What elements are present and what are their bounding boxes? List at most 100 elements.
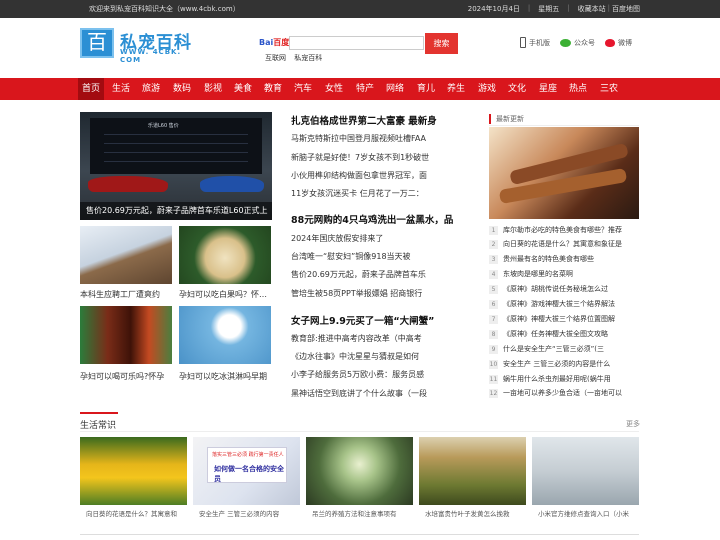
blue-car: [200, 176, 264, 192]
latest-item-text: 《原神》神樱大祓三个结界位置图解: [503, 315, 615, 323]
nav-item-home[interactable]: 首页: [78, 78, 105, 100]
card-caption[interactable]: 向日葵的花语是什么？其寓意和: [86, 508, 193, 518]
news-item[interactable]: 管培生被58页PPT举报嫖娼 招商银行: [291, 288, 439, 299]
nav-item-games[interactable]: 游戏: [478, 78, 496, 100]
banner-big-text: 如何做一名合格的安全员: [214, 465, 284, 483]
card-caption[interactable]: 水培富贵竹叶子发黄怎么挽救: [425, 508, 532, 518]
rank-number: 12: [489, 388, 498, 398]
news-item[interactable]: 2024年国庆放假安排来了: [291, 233, 439, 244]
thumb-ginkgo[interactable]: [179, 226, 271, 284]
latest-item[interactable]: 6 《原神》游戏神樱大祓三个结界解法: [489, 298, 639, 310]
nav-item-film[interactable]: 影视: [204, 78, 222, 100]
scope-site[interactable]: 私宠百科: [294, 54, 322, 62]
search-input[interactable]: [289, 36, 424, 50]
nav-item-health[interactable]: 养生: [447, 78, 465, 100]
thumb-caption[interactable]: 孕妇可以吃白果吗？怀孕能: [179, 289, 273, 300]
latest-title: 最新更新: [489, 114, 524, 124]
latest-item[interactable]: 11 蜗牛用什么杀虫剂最好用呢(蜗牛用: [489, 373, 639, 385]
rank-number: 4: [489, 269, 498, 279]
news-item[interactable]: 马斯克特斯拉中国登月服视频吐槽FAA: [291, 133, 439, 144]
card-caption[interactable]: 小米官方维修点查询入口（小米: [538, 508, 645, 518]
news-item[interactable]: 小伙用榫卯结构做面包拿世界冠军，面: [291, 170, 439, 181]
rank-number: 2: [489, 239, 498, 249]
search-button[interactable]: 搜索: [425, 33, 458, 54]
thumb-factory[interactable]: [80, 226, 172, 284]
search-scope: 互联网 私宠百科: [265, 53, 328, 63]
nav-item-food[interactable]: 美食: [234, 78, 252, 100]
card-caption[interactable]: 吊兰的养殖方法和注意事项有: [312, 508, 419, 518]
card-xiaomi[interactable]: [532, 437, 639, 505]
section-accent: [80, 412, 118, 414]
thumb-cola[interactable]: [80, 306, 172, 364]
news-item[interactable]: 11岁女孩沉迷买卡 仨月花了一万二：: [291, 188, 439, 199]
news-item[interactable]: 售价20.69万元起，蔚来子品牌首车乐: [291, 269, 439, 280]
latest-image[interactable]: [489, 127, 639, 219]
screen-row: [104, 134, 248, 135]
nav-item-astrology[interactable]: 星座: [539, 78, 557, 100]
news-item[interactable]: 新脑子就是好使！7岁女孩不到1秒破世: [291, 152, 439, 163]
rank-number: 11: [489, 374, 498, 384]
nav-item-auto[interactable]: 汽车: [294, 78, 312, 100]
nav-item-network[interactable]: 网络: [386, 78, 404, 100]
scope-web[interactable]: 互联网: [265, 54, 286, 62]
nav-item-life[interactable]: 生活: [112, 78, 130, 100]
nav-item-parenting[interactable]: 育儿: [417, 78, 435, 100]
nav-item-specialty[interactable]: 特产: [356, 78, 374, 100]
thumb-caption[interactable]: 本科生应聘工厂遭爽约: [80, 289, 174, 300]
weibo-link[interactable]: 微博: [605, 37, 632, 48]
news-item[interactable]: 台湾唯一“慰安妇”铜像918当天被: [291, 251, 439, 262]
news-item[interactable]: 《边水往事》中沈星星与猜叔是如何: [291, 351, 439, 362]
thumb-caption[interactable]: 孕妇可以喝可乐吗?怀孕: [80, 371, 174, 382]
latest-item[interactable]: 3 贵州最有名的特色美食有哪些: [489, 253, 639, 265]
thumb-caption[interactable]: 孕妇可以吃冰淇淋吗早期: [179, 371, 273, 382]
nav-item-agriculture[interactable]: 三农: [600, 78, 618, 100]
nav-item-digital[interactable]: 数码: [173, 78, 191, 100]
latest-item[interactable]: 7 《原神》神樱大祓三个结界位置图解: [489, 313, 639, 325]
featured-caption[interactable]: 售价20.69万元起，蔚来子品牌首车乐道L60正式上: [80, 202, 272, 220]
card-caption[interactable]: 安全生产 三管三必须的内容: [199, 508, 306, 518]
nav-item-travel[interactable]: 旅游: [142, 78, 160, 100]
nav-item-culture[interactable]: 文化: [508, 78, 526, 100]
latest-item[interactable]: 9 什么是安全生产“三管三必须”(三: [489, 343, 639, 355]
card-safety[interactable]: 落实三管三必须 践行第一责任人 如何做一名合格的安全员: [193, 437, 300, 505]
baidu-map-link[interactable]: 百度地图: [612, 4, 640, 14]
wechat-link[interactable]: 公众号: [560, 37, 595, 48]
rank-number: 8: [489, 329, 498, 339]
news-item[interactable]: 小李子给服务员5万欧小费：服务员感: [291, 369, 439, 380]
headline[interactable]: 女子网上9.9元买了一箱“大闸蟹”: [291, 313, 481, 327]
main-nav: 首页 生活 旅游 数码 影视 美食 教育 汽车 女性 特产 网络 育儿 养生 游…: [0, 78, 720, 100]
mobile-link[interactable]: 手机版: [520, 37, 550, 48]
current-date: 2024年10月4日: [467, 5, 520, 13]
weibo-icon: [605, 38, 615, 47]
nav-item-hot[interactable]: 热点: [569, 78, 587, 100]
latest-item[interactable]: 8 《原神》任务神樱大祓全图文攻略: [489, 328, 639, 340]
nav-item-education[interactable]: 教育: [264, 78, 282, 100]
card-bamboo[interactable]: [419, 437, 526, 505]
news-item[interactable]: 黑神话悟空到底讲了个什么故事（一段: [291, 388, 439, 399]
weibo-label: 微博: [618, 38, 632, 47]
red-car: [88, 176, 168, 192]
latest-item-text: 一亩地可以养多少鱼合适（一亩地可以: [503, 389, 622, 397]
card-sunflower[interactable]: [80, 437, 187, 505]
latest-item[interactable]: 1 库尔勒市必吃的特色美食有哪些？推荐: [489, 224, 639, 236]
site-logo[interactable]: 百 私宠百科 WWW. 4CBK. COM: [80, 28, 202, 64]
featured-image[interactable]: 乐道L60 售价 售价20.69万元起，蔚来子品牌首车乐道L60正式上: [80, 112, 272, 220]
headline[interactable]: 扎克伯格成世界第二大富豪 最新身: [291, 113, 481, 127]
baidu-logo-en: Bai: [259, 38, 274, 47]
news-item[interactable]: 教育部:推进中高考内容改革（中高考: [291, 333, 439, 344]
headline[interactable]: 88元网购的4只乌鸡洗出一盆黑水，品: [291, 212, 481, 226]
thumb-icecream[interactable]: [179, 306, 271, 364]
wechat-label: 公众号: [574, 38, 595, 47]
nav-item-women[interactable]: 女性: [325, 78, 343, 100]
section-more-link[interactable]: 更多: [626, 419, 640, 429]
rank-number: 10: [489, 359, 498, 369]
latest-item[interactable]: 12 一亩地可以养多少鱼合适（一亩地可以: [489, 387, 639, 399]
latest-item[interactable]: 4 东坡肉是哪里的名菜啊: [489, 268, 639, 280]
rank-number: 6: [489, 299, 498, 309]
latest-item[interactable]: 10 安全生产 三管三必须的内容是什么: [489, 358, 639, 370]
favorite-link[interactable]: 收藏本站: [578, 4, 606, 14]
card-spider-plant[interactable]: [306, 437, 413, 505]
latest-item[interactable]: 2 向日葵的花语是什么？其寓意和象征是: [489, 238, 639, 250]
latest-item[interactable]: 5 《原神》胡桃传说任务秘境怎么过: [489, 283, 639, 295]
screen-row: [104, 143, 248, 144]
